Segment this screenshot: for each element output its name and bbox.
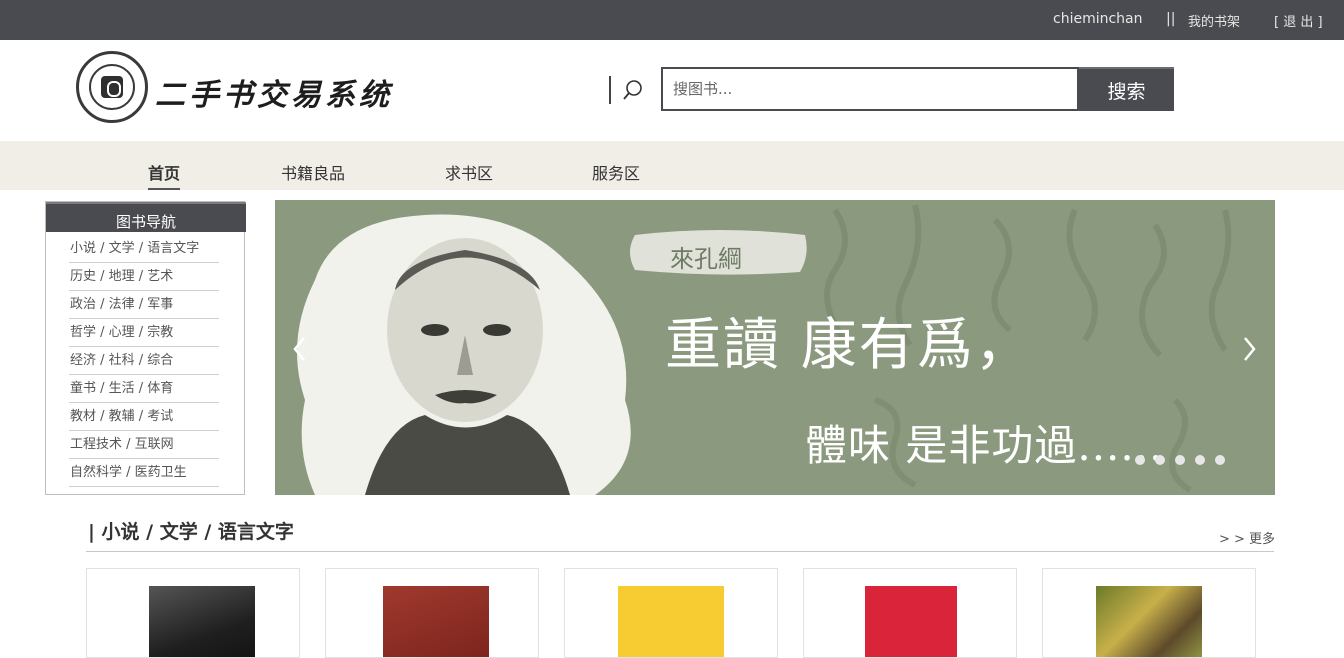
nav-item-wanted-books[interactable]: 求书区 xyxy=(445,160,493,184)
search-button[interactable]: 搜索 xyxy=(1079,67,1174,111)
sidebar-item-textbooks[interactable]: 教材 / 教辅 / 考试 xyxy=(69,403,219,431)
book-card[interactable] xyxy=(86,568,300,658)
book-card[interactable] xyxy=(1042,568,1256,658)
sidebar-item-children[interactable]: 童书 / 生活 / 体育 xyxy=(69,375,219,403)
book-cover-image xyxy=(383,586,489,657)
nav-item-good-books[interactable]: 书籍良品 xyxy=(281,160,345,184)
book-card[interactable] xyxy=(325,568,539,658)
sidebar-item-economics[interactable]: 经济 / 社科 / 综合 xyxy=(69,347,219,375)
book-card[interactable] xyxy=(564,568,778,658)
sidebar-item-philosophy[interactable]: 哲学 / 心理 / 宗教 xyxy=(69,319,219,347)
sidebar-item-science[interactable]: 自然科学 / 医药卫生 xyxy=(69,459,219,487)
banner-headline: 重讀 康有爲， xyxy=(665,313,1033,378)
search-icon[interactable] xyxy=(622,79,644,101)
section-title: | 小说 / 文学 / 语言文字 xyxy=(88,521,294,543)
carousel-dot[interactable] xyxy=(1215,455,1225,465)
carousel-dot[interactable] xyxy=(1135,455,1145,465)
carousel-dot[interactable] xyxy=(1175,455,1185,465)
topbar-separator: || xyxy=(1166,11,1176,27)
banner-carousel[interactable]: 來孔綱 重讀 康有爲， 體味 是非功過...... xyxy=(275,200,1275,495)
search-input[interactable] xyxy=(661,67,1079,111)
book-cover-image xyxy=(149,586,255,657)
banner-author-tag: 來孔綱 xyxy=(670,245,742,273)
book-cover-image xyxy=(865,586,957,657)
university-logo[interactable] xyxy=(76,51,148,123)
site-title[interactable]: 二手书交易系统 xyxy=(155,70,393,114)
sidebar-item-fiction[interactable]: 小说 / 文学 / 语言文字 xyxy=(69,235,219,263)
carousel-dot[interactable] xyxy=(1195,455,1205,465)
top-bar: chieminchan || 我的书架 [ 退 出 ] xyxy=(0,0,1344,40)
book-cover-image xyxy=(618,586,724,657)
more-link[interactable]: > > 更多 xyxy=(1219,528,1275,547)
search-divider xyxy=(609,76,611,104)
sidebar-title: 图书导航 xyxy=(46,202,246,232)
sidebar-item-history[interactable]: 历史 / 地理 / 艺术 xyxy=(69,263,219,291)
carousel-next-arrow[interactable] xyxy=(1238,333,1260,365)
book-category-sidebar: 图书导航 小说 / 文学 / 语言文字 历史 / 地理 / 艺术 政治 / 法律… xyxy=(45,201,246,495)
sidebar-item-engineering[interactable]: 工程技术 / 互联网 xyxy=(69,431,219,459)
sidebar-item-politics[interactable]: 政治 / 法律 / 军事 xyxy=(69,291,219,319)
book-card[interactable] xyxy=(803,568,1017,658)
username-link[interactable]: chieminchan xyxy=(1053,11,1143,27)
book-cover-image xyxy=(1096,586,1202,657)
nav-item-home[interactable]: 首页 xyxy=(148,160,180,184)
nav-active-underline xyxy=(148,188,180,190)
nav-item-service[interactable]: 服务区 xyxy=(592,160,640,184)
logout-link[interactable]: [ 退 出 ] xyxy=(1274,11,1323,30)
carousel-dots xyxy=(1135,455,1230,467)
main-nav: 首页 书籍良品 求书区 服务区 xyxy=(0,141,1344,190)
my-bookshelf-link[interactable]: 我的书架 xyxy=(1188,11,1240,30)
carousel-dot[interactable] xyxy=(1155,455,1165,465)
logo-emblem xyxy=(101,76,123,98)
section-divider xyxy=(86,551,1274,552)
banner-subline: 體味 是非功過...... xyxy=(805,421,1164,470)
carousel-prev-arrow[interactable] xyxy=(289,333,311,365)
